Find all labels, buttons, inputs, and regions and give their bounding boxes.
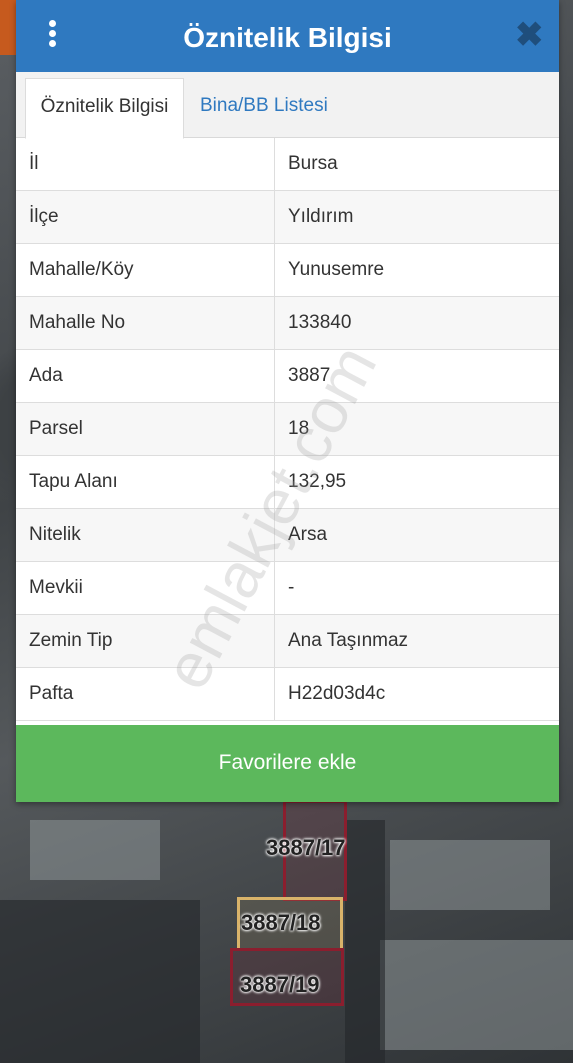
map-shadow [0,900,200,1063]
table-row: Mahalle/Köy Yunusemre [16,243,559,297]
dialog-header: Öznitelik Bilgisi ✖ [16,0,559,72]
parcel-label-18: 3887/18 [241,910,321,935]
dialog-title: Öznitelik Bilgisi [183,22,392,53]
table-row: Mevkii - [16,561,559,615]
table-row: İlçe Yıldırım [16,190,559,244]
attribute-key: Mahalle No [16,296,275,350]
attribute-key: İlçe [16,190,275,244]
close-icon[interactable]: ✖ [515,18,544,52]
map-building [30,820,160,880]
table-row: Tapu Alanı 132,95 [16,455,559,509]
table-row: Nitelik Arsa [16,508,559,562]
attribute-value: 133840 [274,296,559,350]
attribute-key: Mahalle/Köy [16,243,275,297]
attribute-value: Ana Taşınmaz [274,614,559,668]
attribute-key: Tapu Alanı [16,455,275,509]
attribute-value: 132,95 [274,455,559,509]
attribute-key: Parsel [16,402,275,456]
attribute-value: - [274,561,559,615]
parcel-label-19: 3887/19 [240,972,320,997]
attribute-value: 3887 [274,349,559,403]
table-row: Zemin Tip Ana Taşınmaz [16,614,559,668]
tab-building-list[interactable]: Bina/BB Listesi [200,78,328,137]
attribute-value: Yıldırım [274,190,559,244]
attribute-value: Arsa [274,508,559,562]
attribute-value: H22d03d4c [274,667,559,721]
attribute-dialog: Öznitelik Bilgisi ✖ Öznitelik Bilgisi Bi… [16,0,559,802]
map-road [345,820,385,1063]
tab-attribute-info[interactable]: Öznitelik Bilgisi [25,78,184,139]
attribute-key: Mevkii [16,561,275,615]
table-row: İl Bursa [16,138,559,191]
attribute-key: Nitelik [16,508,275,562]
table-row: Mahalle No 133840 [16,296,559,350]
table-row: Parsel 18 [16,402,559,456]
attribute-value: 18 [274,402,559,456]
attribute-value: Yunusemre [274,243,559,297]
attribute-key: Ada [16,349,275,403]
table-row: Ada 3887 [16,349,559,403]
attribute-value: Bursa [274,138,559,191]
map-building [380,940,573,1050]
attribute-key: Zemin Tip [16,614,275,668]
add-to-favorites-button[interactable]: Favorilere ekle [16,725,559,802]
tab-bar: Öznitelik Bilgisi Bina/BB Listesi [16,72,559,139]
attribute-table: İl Bursa İlçe Yıldırım Mahalle/Köy Yunusemr… [16,138,559,721]
attribute-key: İl [16,138,275,191]
map-marker-strip [0,0,16,55]
attribute-key: Pafta [16,667,275,721]
parcel-label-17: 3887/17 [266,835,346,860]
map-building [390,840,550,910]
table-row: Pafta H22d03d4c [16,667,559,721]
